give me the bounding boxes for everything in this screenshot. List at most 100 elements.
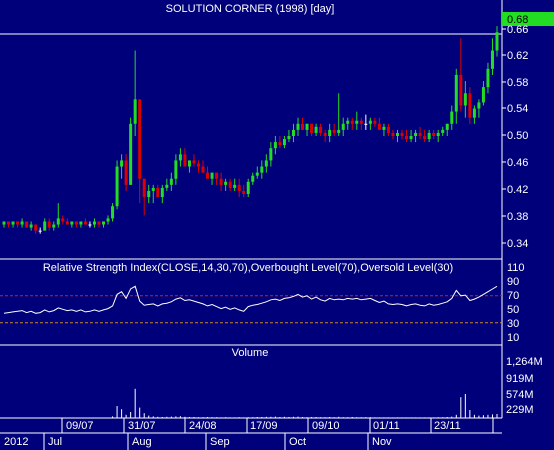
month-label: 2012: [4, 436, 28, 448]
candle-body: [147, 190, 151, 198]
candle-body: [477, 102, 481, 109]
candle-body: [373, 120, 377, 124]
candle-body: [52, 224, 56, 228]
candle-body: [310, 123, 314, 133]
date-tick-label: 24/08: [189, 420, 217, 432]
candle-body: [264, 160, 268, 167]
candle-body: [233, 184, 237, 188]
candle-body: [34, 224, 38, 231]
candle-body: [88, 224, 92, 226]
candle-body: [405, 136, 409, 140]
candle-body: [282, 139, 286, 146]
candle-body: [129, 123, 133, 185]
volume-tick-label: 1,264M: [506, 356, 543, 368]
candle-body: [305, 123, 309, 130]
candle-body: [414, 132, 418, 136]
candle-body: [192, 160, 196, 164]
candle-body: [377, 123, 381, 130]
rsi-chart-title: Relative Strength Index(CLOSE,14,30,70),…: [43, 262, 453, 274]
candle-body: [436, 132, 440, 136]
candle-body: [70, 221, 74, 225]
candle-body: [260, 166, 264, 173]
candle-body: [79, 221, 83, 225]
candle-body: [20, 221, 24, 225]
rsi-series: [0, 285, 502, 324]
candle-body: [219, 178, 223, 185]
candle-body: [346, 120, 350, 124]
chart-canvas: SOLUTION CORNER (1998) [day] Relative St…: [0, 0, 554, 450]
candle-body: [16, 221, 20, 225]
candle-body: [115, 166, 119, 207]
candle-body: [454, 74, 458, 112]
candle-body: [450, 111, 454, 124]
date-tick-label: 01/11: [373, 420, 400, 432]
price-tick-label: 0.66: [507, 24, 528, 36]
candlestick-series: [2, 26, 499, 234]
candle-body: [174, 160, 178, 179]
candle-body: [210, 172, 214, 179]
candle-body: [43, 221, 47, 231]
candle-body: [169, 178, 173, 185]
date-tick-label: 31/07: [128, 420, 156, 432]
candle-body: [291, 129, 295, 136]
candle-body: [196, 163, 200, 167]
rsi-tick-label: 50: [507, 304, 519, 316]
candle-body: [490, 50, 494, 69]
candle-body: [486, 68, 490, 88]
candle-body: [124, 160, 128, 185]
candle-body: [278, 142, 282, 146]
candle-body: [427, 132, 431, 140]
candle-body: [332, 129, 336, 133]
candle-body: [323, 132, 327, 136]
month-label: Sep: [210, 436, 230, 448]
candle-body: [409, 136, 413, 140]
candle-body: [472, 108, 476, 118]
candle-body: [25, 221, 29, 228]
month-label: Oct: [289, 436, 306, 448]
candle-body: [350, 120, 354, 124]
candle-body: [400, 132, 404, 136]
candle-body: [120, 160, 124, 167]
rsi-line: [3, 285, 498, 314]
candle-body: [319, 126, 323, 133]
candle-body: [160, 187, 164, 198]
candle-body: [495, 32, 499, 51]
candle-body: [337, 129, 341, 133]
candle-body: [165, 184, 169, 188]
candle-body: [11, 221, 15, 225]
rsi-tick-label: 90: [507, 276, 519, 288]
candle-body: [314, 126, 318, 133]
price-tick-label: 0.58: [507, 77, 528, 89]
candle-body: [47, 221, 51, 228]
candle-body: [7, 221, 11, 225]
candle-body: [102, 221, 106, 225]
candle-body: [133, 99, 137, 124]
rsi-tick-label: 10: [507, 332, 519, 344]
candle-body: [97, 221, 101, 225]
price-chart-title: SOLUTION CORNER (1998) [day]: [166, 3, 335, 15]
candle-body: [359, 120, 363, 124]
month-label: Jul: [48, 436, 62, 448]
candle-body: [56, 218, 60, 225]
candle-body: [206, 172, 210, 179]
candle-body: [92, 221, 96, 225]
volume-tick-label: 574M: [506, 389, 534, 401]
axis-tick-marks: [43, 28, 506, 450]
candle-body: [74, 221, 78, 225]
date-tick-label: 09/10: [312, 420, 340, 432]
rsi-tick-label: 110: [507, 262, 525, 274]
candle-body: [445, 123, 449, 130]
candle-body: [328, 129, 332, 136]
candle-body: [65, 221, 69, 225]
candle-body: [187, 160, 191, 167]
candle-body: [364, 123, 368, 125]
candle-body: [106, 218, 110, 222]
candle-body: [459, 74, 463, 106]
candle-body: [246, 181, 250, 194]
date-tick-label: 17/09: [250, 420, 278, 432]
volume-tick-label: 919M: [506, 373, 534, 385]
month-label: Nov: [372, 436, 392, 448]
price-tick-label: 0.50: [507, 130, 528, 142]
price-tick-label: 0.46: [507, 157, 528, 169]
stock-chart: SOLUTION CORNER (1998) [day] Relative St…: [0, 0, 554, 450]
